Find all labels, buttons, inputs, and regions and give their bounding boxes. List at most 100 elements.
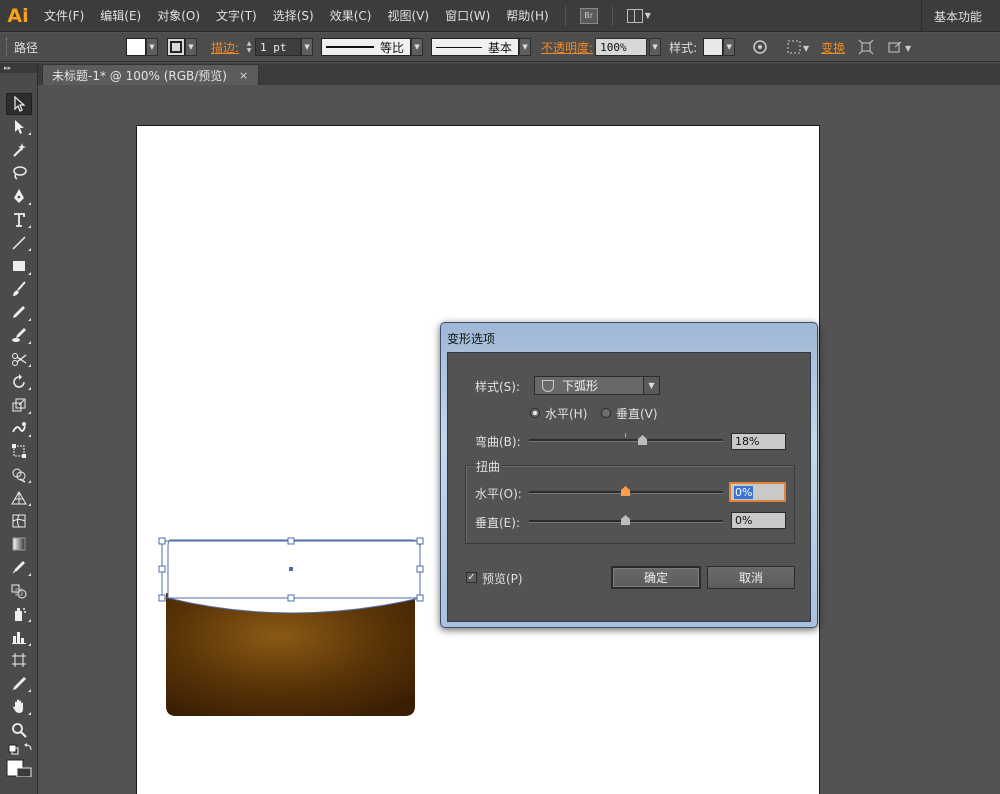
scale-tool[interactable] — [0, 393, 38, 416]
menu-edit[interactable]: 编辑(E) — [92, 0, 149, 32]
rectangle-tool[interactable] — [0, 254, 38, 277]
menu-effect[interactable]: 效果(C) — [322, 0, 380, 32]
menu-divider — [564, 5, 566, 26]
style-label: 样式(S): — [475, 380, 521, 394]
eyedropper-tool[interactable] — [0, 556, 38, 579]
variable-width-profile[interactable]: 等比 — [321, 38, 412, 56]
profile-label: 等比 — [380, 40, 405, 55]
menu-object[interactable]: 对象(O) — [149, 0, 208, 32]
menu-file[interactable]: 文件(F) — [36, 0, 92, 32]
pen-tool[interactable] — [0, 185, 38, 208]
fill-control[interactable]: ▼ — [126, 38, 158, 56]
blob-brush-tool[interactable] — [0, 324, 38, 347]
distortion-horizontal-input[interactable]: 0% — [729, 482, 786, 502]
magic-wand-tool[interactable] — [0, 138, 38, 161]
close-icon[interactable]: × — [239, 69, 248, 82]
vertical-radio[interactable] — [601, 408, 611, 418]
chevron-down-icon[interactable]: ▼ — [301, 38, 314, 56]
ok-button[interactable]: 确定 — [611, 566, 701, 589]
chevron-down-icon[interactable]: ▼ — [723, 38, 736, 56]
cancel-button[interactable]: 取消 — [707, 566, 795, 589]
menu-help[interactable]: 帮助(H) — [498, 0, 556, 32]
stroke-panel-link[interactable]: 描边: — [211, 39, 239, 56]
align-to-selection-icon[interactable]: ▼ — [785, 36, 813, 58]
arrange-grid-icon — [626, 8, 643, 23]
stroke-weight-stepper[interactable]: ▲ ▼ — [243, 38, 255, 56]
fill-stroke-swap-icon[interactable] — [0, 741, 38, 757]
horizontal-radio-label[interactable]: 水平(H) — [545, 405, 587, 422]
distortion-group — [465, 465, 795, 544]
transform-panel-link[interactable]: 变换 — [821, 39, 845, 56]
selection-tool[interactable] — [0, 92, 38, 115]
warp-options-dialog: 变形选项 样式(S): 下弧形 ▼ 水平(H) 垂直(V) 弯曲(B): 18%… — [440, 322, 818, 628]
chevron-down-icon: ▼ — [644, 11, 651, 20]
bend-slider-track[interactable] — [529, 439, 723, 442]
menu-window[interactable]: 窗口(W) — [437, 0, 498, 32]
stroke-swatch[interactable] — [167, 38, 185, 56]
line-tool[interactable] — [0, 231, 38, 254]
type-tool[interactable] — [0, 208, 38, 231]
menu-type[interactable]: 文字(T) — [208, 0, 265, 32]
brush-definition[interactable]: 基本 — [431, 38, 520, 56]
transform-bounds-icon[interactable] — [855, 36, 877, 58]
dialog-title: 变形选项 — [447, 332, 496, 346]
stroke-control[interactable]: ▼ — [167, 38, 197, 56]
recolor-artwork-icon[interactable] — [749, 36, 771, 58]
free-transform-tool[interactable] — [0, 440, 38, 463]
blend-tool[interactable] — [0, 579, 38, 602]
opacity-panel-link[interactable]: 不透明度: — [541, 39, 593, 56]
shape-builder-tool[interactable] — [0, 463, 38, 486]
vertical-radio-label[interactable]: 垂直(V) — [616, 405, 658, 422]
warp-tool[interactable] — [0, 417, 38, 440]
mesh-tool[interactable] — [0, 509, 38, 532]
lasso-tool[interactable] — [0, 162, 38, 185]
bend-center-tick — [625, 433, 626, 437]
bend-value-input[interactable]: 18% — [731, 433, 786, 450]
direct-selection-tool[interactable] — [0, 115, 38, 138]
symbol-sprayer-tool[interactable] — [0, 602, 38, 625]
column-graph-tool[interactable] — [0, 625, 38, 648]
opacity-input[interactable]: 100% — [595, 38, 648, 56]
rotate-tool[interactable] — [0, 370, 38, 393]
panel-collapse-arrows[interactable]: ▸▸ — [0, 63, 37, 73]
chevron-down-icon[interactable]: ▼ — [649, 38, 662, 56]
chevron-down-icon[interactable]: ▼ — [519, 38, 532, 56]
gradient-tool[interactable] — [0, 533, 38, 556]
preview-checkbox[interactable]: ✓ — [466, 572, 477, 583]
stroke-weight-input[interactable]: 1 pt — [255, 38, 302, 56]
workspace-switcher[interactable]: 基本功能 — [920, 0, 1000, 32]
graphic-style-swatch[interactable] — [703, 38, 724, 56]
bend-slider-thumb[interactable] — [638, 435, 647, 445]
style-label: 样式: — [669, 40, 698, 55]
hand-tool[interactable] — [0, 695, 38, 718]
distortion-vertical-input[interactable]: 0% — [731, 512, 786, 529]
svg-text:▼: ▼ — [803, 44, 810, 53]
perspective-grid-tool[interactable] — [0, 486, 38, 509]
document-tab[interactable]: 未标题-1* @ 100% (RGB/预览) × — [42, 64, 260, 85]
arrange-documents-button[interactable]: ▼ — [626, 8, 651, 23]
warp-style-select[interactable]: 下弧形 ▼ — [534, 376, 660, 395]
svg-text:▼: ▼ — [905, 44, 912, 53]
slice-tool[interactable] — [0, 672, 38, 695]
chevron-down-icon[interactable]: ▼ — [146, 38, 158, 56]
menu-select[interactable]: 选择(S) — [265, 0, 322, 32]
fill-color-swatch[interactable] — [0, 757, 38, 778]
fill-swatch[interactable] — [126, 38, 146, 56]
chevron-down-icon[interactable]: ▼ — [185, 38, 197, 56]
zoom-tool[interactable] — [0, 718, 38, 741]
menu-bar: Ai 文件(F) 编辑(E) 对象(O) 文字(T) 选择(S) 效果(C) 视… — [0, 0, 1000, 32]
selection-type-label: 路径 — [14, 40, 39, 55]
artboard-tool[interactable] — [0, 649, 38, 672]
warped-rounded-rectangle — [167, 539, 421, 614]
preview-label[interactable]: 预览(P) — [482, 570, 523, 587]
isolate-selected-icon[interactable]: ▼ — [885, 36, 917, 58]
paintbrush-tool[interactable] — [0, 278, 38, 301]
pencil-tool[interactable] — [0, 301, 38, 324]
chevron-down-icon[interactable]: ▼ — [411, 38, 424, 56]
horizontal-radio[interactable] — [530, 408, 540, 418]
chevron-down-icon[interactable]: ▼ — [643, 377, 659, 394]
menu-view[interactable]: 视图(V) — [379, 0, 437, 32]
panel-grip[interactable] — [6, 38, 10, 56]
bridge-button[interactable]: Br — [579, 7, 598, 24]
scissors-tool[interactable] — [0, 347, 38, 370]
